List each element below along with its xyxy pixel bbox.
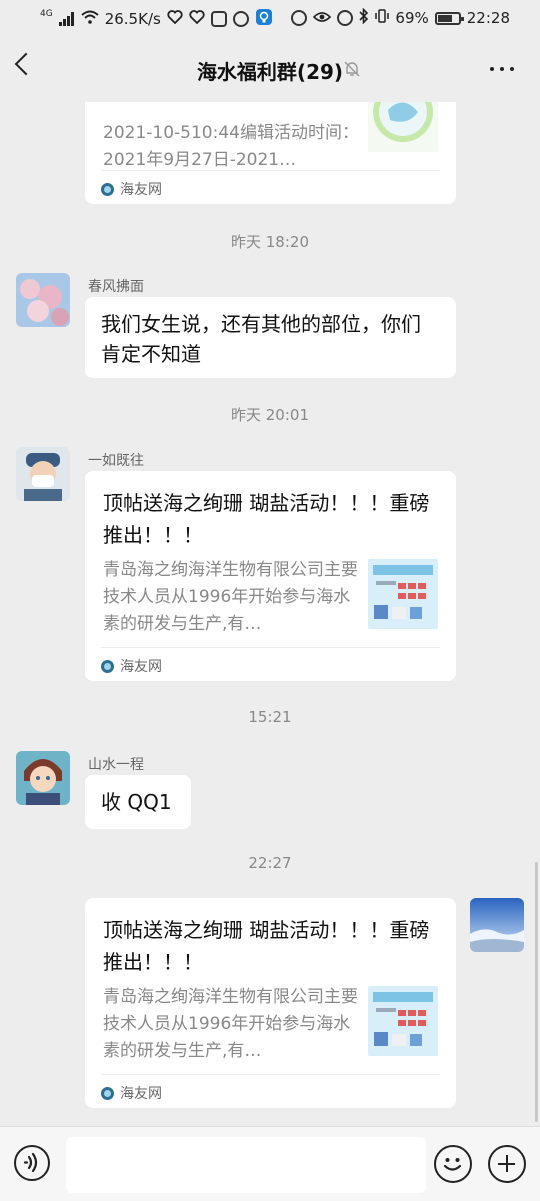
message-input[interactable]	[66, 1137, 426, 1193]
scrollbar[interactable]	[535, 862, 538, 1122]
status-bar: 4G 26.5K/s 69% 22:28	[0, 0, 540, 36]
sender-name: 春风拂面	[88, 279, 144, 295]
signal-icon	[58, 12, 75, 26]
link-thumbnail	[368, 559, 438, 629]
sync-icon	[232, 11, 249, 27]
input-bar	[0, 1126, 540, 1201]
avatar[interactable]	[16, 447, 70, 501]
plus-icon[interactable]	[488, 1145, 526, 1183]
network-speed: 26.5K/s	[104, 10, 161, 28]
link-source: 海友网	[101, 1083, 162, 1103]
link-description: 青岛海之绚海洋生物有限公司主要技术人员从1996年开始参与海水素的研发与生产,有…	[103, 560, 358, 634]
alarm-icon	[337, 10, 354, 26]
avatar[interactable]	[16, 751, 70, 805]
source-logo-icon	[101, 1086, 114, 1100]
battery-icon	[434, 11, 464, 25]
wifi-icon	[81, 10, 99, 28]
message-bubble[interactable]: 我们女生说，还有其他的部位，你们肯定不知道	[85, 297, 456, 378]
timestamp: 昨天 18:20	[231, 233, 309, 251]
sender-name: 一如既往	[88, 453, 144, 469]
link-source-name: 海友网	[120, 659, 162, 675]
bulb-icon	[255, 8, 273, 30]
timestamp: 22:27	[248, 854, 292, 872]
avatar[interactable]	[16, 273, 70, 327]
bluetooth-icon	[359, 7, 369, 28]
link-source-name: 海友网	[120, 1086, 162, 1102]
more-horizontal-icon[interactable]	[490, 67, 514, 71]
source-logo-icon	[101, 182, 114, 196]
timestamp: 昨天 20:01	[231, 406, 309, 424]
link-thumbnail	[368, 986, 438, 1056]
link-card[interactable]: 顶帖送海之绚珊 瑚盐活动！！！重磅推出！！！ 青岛海之绚海洋生物有限公司主要技术…	[85, 898, 456, 1108]
source-logo-icon	[101, 659, 114, 673]
heart-monitor-icon	[167, 10, 183, 28]
link-card[interactable]: 顶帖送海之绚珊 瑚盐活动！！！重磅推出！！！ 青岛海之绚海洋生物有限公司主要技术…	[85, 471, 456, 681]
voice-icon[interactable]	[14, 1145, 50, 1181]
link-title: 顶帖送海之绚珊 瑚盐活动！！！重磅推出！！！	[103, 918, 430, 974]
battery-percent: 69%	[395, 9, 429, 27]
message-list[interactable]: 2021-10-510:44编辑活动时间：2021年9月27日-2021… 海友…	[0, 102, 540, 1126]
emoji-icon[interactable]	[434, 1145, 472, 1183]
link-source-name: 海友网	[120, 182, 162, 198]
bell-off-icon	[343, 60, 361, 78]
message-bubble[interactable]: 收 QQ1	[85, 775, 191, 829]
network-type: 4G	[40, 8, 53, 19]
link-title: 顶帖送海之绚珊 瑚盐活动！！！重磅推出！！！	[103, 491, 430, 547]
app-notification-icon	[210, 11, 227, 27]
eye-icon	[313, 9, 332, 27]
sender-name: 山水一程	[88, 757, 144, 773]
link-card[interactable]: 2021-10-510:44编辑活动时间：2021年9月27日-2021… 海友…	[85, 102, 456, 204]
clock-time: 22:28	[466, 9, 510, 27]
link-description: 青岛海之绚海洋生物有限公司主要技术人员从1996年开始参与海水素的研发与生产,有…	[103, 987, 358, 1061]
link-source: 海友网	[101, 656, 162, 676]
link-description: 2021-10-510:44编辑活动时间：2021年9月27日-2021…	[103, 123, 359, 170]
chat-title: 海水福利群(29)	[196, 60, 344, 84]
avatar[interactable]	[470, 898, 524, 952]
chat-header: 海水福利群(29)	[0, 36, 540, 102]
link-thumbnail	[368, 102, 438, 152]
link-source: 海友网	[101, 179, 162, 199]
timestamp: 15:21	[248, 708, 292, 726]
heart-icon	[189, 10, 205, 28]
vibrate-icon	[375, 8, 390, 28]
nfc-icon	[291, 10, 308, 26]
